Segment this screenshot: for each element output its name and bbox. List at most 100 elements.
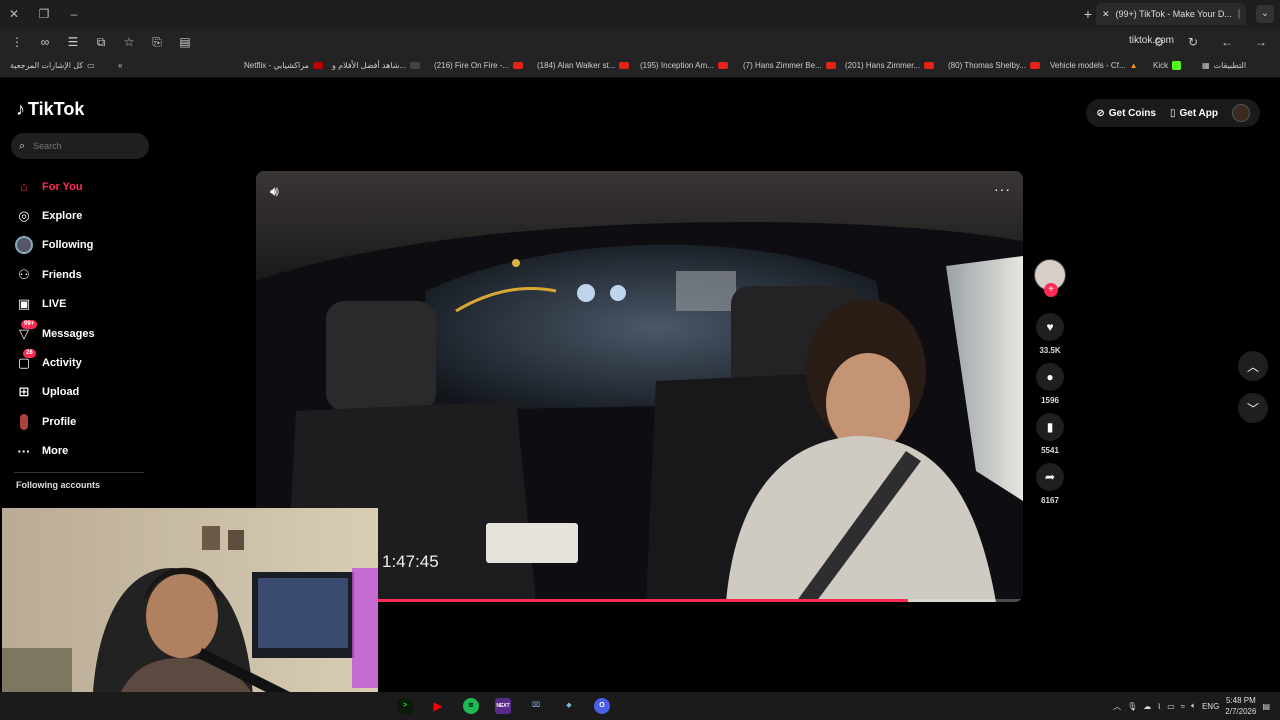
volume-icon[interactable]: 🔊︎ <box>270 183 279 200</box>
bookmark-netflix[interactable]: Netflix - مراكشيابي <box>244 61 323 70</box>
youtube-icon <box>717 62 728 69</box>
heart-icon[interactable]: ♥ <box>1036 313 1064 341</box>
sidebar-item-upload[interactable]: ⊞ Upload <box>14 378 154 407</box>
bookmark-apps[interactable]: ▦ التطبيقات <box>1202 61 1246 70</box>
extension-icon[interactable]: ∞ <box>34 31 56 53</box>
save-count: 5541 <box>1041 446 1059 455</box>
spotify-app-icon[interactable]: ≋ <box>463 698 479 714</box>
bookmark-thomas-shelby[interactable]: (80) Thomas Shelby... <box>948 61 1040 70</box>
user-avatar[interactable] <box>1232 104 1250 122</box>
cloud-icon[interactable]: ☁ <box>1143 702 1151 711</box>
follow-plus-icon[interactable]: + <box>1044 283 1058 297</box>
files-app-icon[interactable]: ◆ <box>561 698 577 714</box>
sidebar-item-more[interactable]: ··· More <box>14 437 154 466</box>
share-arrow-icon[interactable]: ➦ <box>1036 463 1064 491</box>
wifi-icon[interactable]: ≈ <box>1181 702 1185 711</box>
bookmark-hans-zimmer-2[interactable]: (201) Hans Zimmer... <box>845 61 935 70</box>
capture-app-icon[interactable]: ⌧ <box>528 698 544 714</box>
bookmark-star-icon[interactable]: ☆ <box>118 31 140 53</box>
share-action[interactable]: ➦ 6167 <box>1033 463 1067 505</box>
creator-avatar[interactable]: + <box>1034 259 1066 297</box>
like-action[interactable]: ♥ 33.5K <box>1033 313 1067 355</box>
forward-icon[interactable]: → <box>1250 31 1272 53</box>
bookmark-hans-zimmer-1[interactable]: (7) Hans Zimmer Be... <box>743 61 836 70</box>
sidebar-item-following[interactable]: Following <box>14 231 154 260</box>
following-avatar-icon <box>14 235 34 255</box>
following-accounts-heading: Following accounts <box>16 480 101 490</box>
browser-app-icon[interactable]: O <box>594 698 610 714</box>
tab-list-chevron-icon[interactable]: ⌄ <box>1256 5 1274 23</box>
activity-badge: 26 <box>23 349 36 359</box>
bookmark-all[interactable]: كل الإشارات المرجعية ▭ <box>10 61 95 70</box>
bookmark-fire-on-fire[interactable]: (216) Fire On Fire -... <box>434 61 524 70</box>
close-tab-icon[interactable]: ✕ <box>1102 9 1110 20</box>
browser-tabstrip: ✕ ❐ – + ✕ (99+) TikTok - Make Your D... … <box>0 0 1280 28</box>
bookmark-kick[interactable]: Kick <box>1153 61 1182 70</box>
tray-chevron-icon[interactable]: ︿ <box>1113 701 1121 712</box>
sidebar-item-messages[interactable]: ▽ 99+ Messages <box>14 319 154 348</box>
sidebar-item-for-you[interactable]: ⌂ For You <box>14 172 154 201</box>
minimize-window-icon[interactable]: – <box>66 6 82 22</box>
bookmark-vehicle-models[interactable]: Vehicle models - Cf... ▲ <box>1050 61 1138 70</box>
microphone-icon[interactable]: 🎙︎ <box>1127 702 1137 711</box>
bookmark-icon[interactable]: ▮ <box>1036 413 1064 441</box>
bookmark-movies[interactable]: شاهد أفضل الأفلام و... <box>332 61 421 70</box>
bookmark-alan-walker[interactable]: (184) Alan Walker st... <box>537 61 630 70</box>
clock[interactable]: 5:48 PM 2/7/2026 <box>1225 695 1256 717</box>
coin-icon: ⊘ <box>1096 107 1105 119</box>
folder-icon: ▭ <box>87 61 95 70</box>
search-input[interactable] <box>33 141 134 151</box>
previous-video-button[interactable]: ︿ <box>1238 351 1268 381</box>
tiktok-logo[interactable]: ♪ TikTok <box>16 99 84 120</box>
sidebar-item-explore[interactable]: ◎ Explore <box>14 201 154 230</box>
site-settings-icon[interactable]: ⚙ <box>1148 31 1170 53</box>
close-window-icon[interactable]: ✕ <box>6 6 22 22</box>
youtube-icon <box>513 62 524 69</box>
friends-icon: ⚇ <box>18 266 30 282</box>
sidebar-item-profile[interactable]: Profile <box>14 407 154 436</box>
sidebar-item-live[interactable]: ▣ LIVE <box>14 290 154 319</box>
save-action[interactable]: ▮ 5541 <box>1033 413 1067 455</box>
next-app-icon[interactable]: NEXT <box>495 698 511 714</box>
sidebar-nav: ⌂ For You ◎ Explore Following ⚇ Friends … <box>14 172 154 466</box>
video-more-options-icon[interactable]: ··· <box>994 181 1011 197</box>
restore-window-icon[interactable]: ❐ <box>36 6 52 22</box>
comment-icon[interactable]: ● <box>1036 363 1064 391</box>
tiktok-note-icon: ♪ <box>16 99 25 119</box>
search-box[interactable]: ⌕ <box>11 133 149 159</box>
live-icon: ▣ <box>17 296 31 312</box>
bookmark-inception[interactable]: (195) Inception Am... <box>640 61 728 70</box>
stream-timer: 1:47:45 <box>382 552 439 571</box>
terminal-app-icon[interactable]: > <box>397 698 413 714</box>
screenshot-icon[interactable]: ⎘ <box>146 31 168 53</box>
comment-action[interactable]: ● 1596 <box>1033 363 1067 405</box>
speaker-icon[interactable]: 🔈︎ <box>1191 701 1196 711</box>
notification-icon[interactable]: ▤ <box>1262 702 1270 711</box>
youtube-app-icon[interactable]: ▶ <box>430 698 446 714</box>
next-video-button[interactable]: ﹀ <box>1238 393 1268 423</box>
reload-icon[interactable]: ↻ <box>1182 31 1204 53</box>
search-icon: ⌕ <box>19 139 26 152</box>
system-tray: ︿ 🎙︎ ☁ ⌇ ▭ ≈ 🔈︎ ENG 5:48 PM 2/7/2026 ▤ <box>1113 692 1270 720</box>
top-right-actions: ⊘ Get Coins ▯ Get App <box>1086 99 1260 127</box>
sidebar-item-activity[interactable]: ▢ 26 Activity <box>14 348 154 377</box>
bookmarks-overflow-icon[interactable]: « <box>118 61 122 70</box>
new-tab-icon[interactable]: + <box>1084 6 1092 22</box>
sidebar-divider <box>14 472 144 473</box>
get-coins-button[interactable]: ⊘ Get Coins <box>1096 108 1156 119</box>
language-indicator[interactable]: ENG <box>1202 702 1219 711</box>
reader-icon[interactable]: ▤ <box>174 31 196 53</box>
get-app-button[interactable]: ▯ Get App <box>1170 108 1218 119</box>
browser-toolbar: ⋮ ∞ ☰ ⧉ ☆ ⎘ ▤ tiktok.com ⚙ ↻ ← → <box>0 28 1280 56</box>
upload-icon: ⊞ <box>18 384 30 400</box>
network-icon[interactable]: ⌇ <box>1157 702 1161 711</box>
messages-icon: ▽ 99+ <box>14 319 38 344</box>
tabs-icon[interactable]: ⧉ <box>90 31 112 53</box>
menu-dots-icon[interactable]: ⋮ <box>6 31 28 53</box>
clock-date: 2/7/2026 <box>1225 707 1257 716</box>
display-icon[interactable]: ▭ <box>1167 702 1175 711</box>
sidebar-icon[interactable]: ☰ <box>62 31 84 53</box>
sidebar-item-friends[interactable]: ⚇ Friends <box>14 260 154 289</box>
browser-tab-tiktok[interactable]: ✕ (99+) TikTok - Make Your D... <box>1096 3 1246 25</box>
back-icon[interactable]: ← <box>1216 31 1238 53</box>
